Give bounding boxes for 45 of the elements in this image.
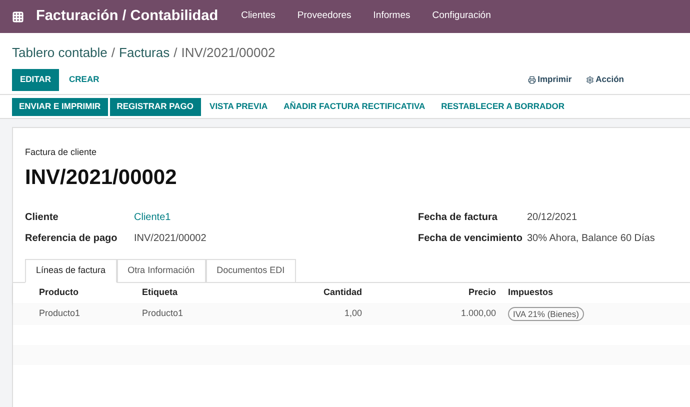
field-label: Cliente <box>25 211 60 225</box>
table-cell-text: 1.000,00 <box>460 307 496 320</box>
breadcrumb-separator: / <box>111 44 116 62</box>
tax-tag: IVA 21% (Bienes) <box>508 307 584 321</box>
action-button[interactable]: Imprimir <box>528 73 572 86</box>
table-cell-text: 1,00 <box>343 307 362 320</box>
column-header[interactable]: Etiqueta <box>142 286 282 300</box>
print-icon <box>528 76 536 84</box>
status-button[interactable]: ENVIAR E IMPRIMIR <box>12 98 108 116</box>
control-button[interactable]: CREAR <box>61 68 108 90</box>
column-header[interactable]: Precio <box>362 286 496 300</box>
column-header[interactable]: Cantidad <box>282 286 362 300</box>
field-label: Fecha de vencimiento <box>418 232 524 246</box>
field-value: INV/2021/00002 <box>134 232 206 246</box>
menu-item[interactable]: Clientes <box>230 9 286 24</box>
table-cell-text: Producto1 <box>142 307 184 320</box>
field-label: Fecha de factura <box>418 211 498 225</box>
breadcrumb-item[interactable]: Facturas <box>119 43 170 63</box>
breadcrumb-item[interactable]: Tablero contable <box>12 43 108 63</box>
status-button[interactable]: AÑADIR FACTURA RECTIFICATIVA <box>276 98 432 116</box>
gear-icon <box>586 76 594 84</box>
column-header[interactable]: Impuestos <box>496 286 554 300</box>
field-value: 20/12/2021 <box>527 211 578 225</box>
invoice-number: INV/2021/00002 <box>25 164 178 190</box>
field-label: Referencia de pago <box>25 232 118 246</box>
tab[interactable]: Otra Información <box>116 259 206 283</box>
app-title: Facturación / Contabilidad <box>36 6 218 26</box>
breadcrumb-separator: / <box>174 44 178 62</box>
breadcrumb-item: INV/2021/00002 <box>181 44 276 62</box>
field-value[interactable]: Cliente1 <box>134 210 171 225</box>
control-button[interactable]: EDITAR <box>12 68 60 90</box>
table-cell-text: Producto1 <box>38 307 82 320</box>
status-button[interactable]: RESTABLECER A BORRADOR <box>434 98 572 116</box>
column-header[interactable]: Producto <box>13 286 142 300</box>
status-button[interactable]: REGISTRAR PAGO <box>110 98 201 116</box>
action-button[interactable]: Acción <box>586 73 624 86</box>
tab[interactable]: Documentos EDI <box>206 259 296 283</box>
menu-item[interactable]: Proveedores <box>286 9 362 24</box>
status-button[interactable]: VISTA PREVIA <box>202 98 275 116</box>
menu-item[interactable]: Informes <box>362 9 422 24</box>
menu-item[interactable]: Configuración <box>421 9 502 24</box>
field-value: 30% Ahora, Balance 60 Días <box>527 232 655 246</box>
apps-menu-icon[interactable] <box>12 10 24 22</box>
tab[interactable]: Líneas de factura <box>25 259 117 283</box>
document-type: Factura de cliente <box>25 146 98 159</box>
